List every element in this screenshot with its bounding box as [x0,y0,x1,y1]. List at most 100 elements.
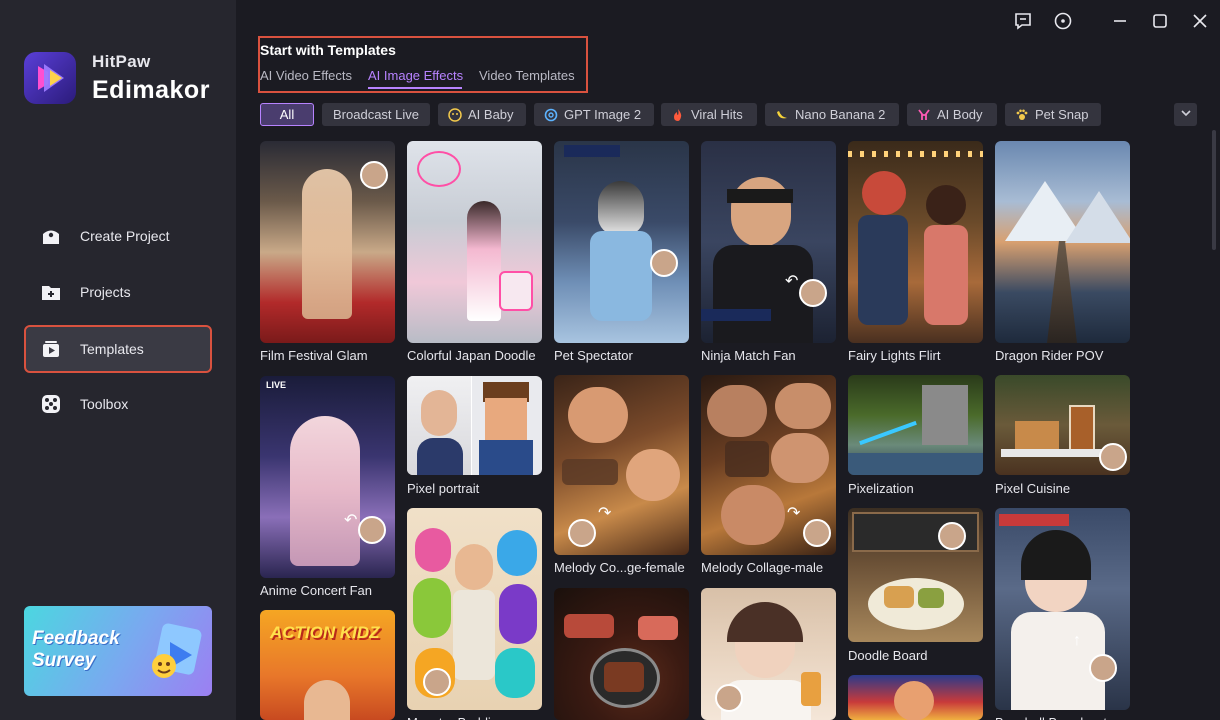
template-thumbnail [554,141,689,343]
template-title: Pixel Cuisine [995,481,1071,496]
sidebar-item-label: Templates [80,341,144,357]
template-card-film-festival-glam[interactable]: Film Festival Glam [260,141,395,366]
template-title: Pixelization [848,481,914,496]
template-title: Monster Buddies [407,715,505,720]
sidebar-item-toolbox[interactable]: Toolbox [26,382,210,426]
template-card-melody-collage-male[interactable]: ↷ Melody Collage-male [701,375,836,578]
paw-icon [1015,108,1029,122]
chip-label: All [279,107,295,122]
template-thumbnail: ↷ [554,375,689,555]
maximize-icon[interactable] [1147,8,1173,34]
chip-label: Viral Hits [691,107,743,122]
template-card-doodle-board[interactable]: Doodle Board [848,508,983,665]
tab-ai-image-effects[interactable]: AI Image Effects [368,68,463,83]
template-card-pet-spectator[interactable]: Pet Spectator [554,141,689,366]
sidebar-item-label: Create Project [80,228,170,244]
chip-nano-banana-2[interactable]: Nano Banana 2 [765,103,899,126]
chip-ai-baby[interactable]: AI Baby [438,103,526,126]
template-card-cafe-girl[interactable] [701,588,836,720]
chip-ai-body[interactable]: AI Body [907,103,997,126]
templates-icon [38,336,64,362]
template-card-ninja-match-fan[interactable]: ↶ Ninja Match Fan [701,141,836,366]
sidebar-item-templates[interactable]: Templates [24,325,212,373]
template-thumbnail: ↶ [701,141,836,343]
body-icon [917,108,931,122]
template-title: Pet Spectator [554,348,633,363]
sidebar-item-label: Projects [80,284,131,300]
feedback-illustration-icon [152,623,202,678]
feedback-line2: Survey [32,650,96,671]
template-thumbnail [848,675,983,720]
template-card-dragon-rider-pov[interactable]: Dragon Rider POV [995,141,1130,366]
template-card-korean-bbq[interactable] [554,588,689,720]
template-title: Dragon Rider POV [995,348,1104,363]
chip-label: AI Baby [468,107,514,122]
feedback-title: Feedback Survey [32,628,120,672]
template-card-baseball-broadcast[interactable]: ↑ Baseball Broadcast [995,508,1130,720]
template-title: Melody Collage-male [701,560,824,575]
create-project-icon [38,223,64,249]
chip-label: Broadcast Live [333,107,419,122]
baby-face-icon [448,107,462,122]
chip-gpt-image-2[interactable]: GPT Image 2 [534,103,654,126]
template-card-anime-concert-fan[interactable]: LIVE ↶ Anime Concert Fan [260,376,395,600]
action-kidz-text: ACTION KIDZ [270,623,380,642]
chip-all[interactable]: All [260,103,314,126]
projects-icon [38,279,64,305]
template-title: Pixel portrait [407,481,480,496]
template-title: Baseball Broadcast [995,715,1107,720]
template-card-pixel-portrait[interactable]: Pixel portrait [407,376,542,498]
tab-ai-video-effects[interactable]: AI Video Effects [260,68,352,83]
brand-name-small: HitPaw [92,52,151,71]
template-thumbnail [260,141,395,343]
template-title: Colorful Japan Doodle [407,348,536,363]
feedback-chat-icon[interactable] [1010,8,1036,34]
template-thumbnail [995,375,1130,475]
template-card-colorful-japan-doodle[interactable]: Colorful Japan Doodle [407,141,542,366]
template-title: Anime Concert Fan [260,583,372,598]
minimize-icon[interactable] [1107,8,1133,34]
template-thumbnail: ↑ [995,508,1130,710]
chip-broadcast-live[interactable]: Broadcast Live [322,103,430,126]
template-thumbnail [407,141,542,343]
chip-label: AI Body [937,107,983,122]
template-thumbnail [848,375,983,475]
settings-menu-icon[interactable] [1050,8,1076,34]
chip-label: Pet Snap [1035,107,1089,122]
live-tag: LIVE [266,380,287,390]
template-card-action-kidz[interactable]: ACTION KIDZ [260,610,395,720]
template-title: Film Festival Glam [260,348,368,363]
template-card-comic-hero[interactable] [848,675,983,720]
sidebar-item-projects[interactable]: Projects [26,270,210,314]
template-thumbnail [407,508,542,710]
close-icon[interactable] [1187,8,1213,34]
template-thumbnail: LIVE ↶ [260,376,395,578]
template-thumbnail: ↷ [701,375,836,555]
banana-icon [775,108,789,122]
chip-label: GPT Image 2 [564,107,642,122]
chip-pet-snap[interactable]: Pet Snap [1005,103,1101,126]
sidebar-item-create-project[interactable]: Create Project [26,214,210,258]
template-title: Ninja Match Fan [701,348,796,363]
expand-categories-button[interactable] [1174,103,1197,126]
template-title: Melody Co...ge-female [554,560,685,575]
template-card-pixelization[interactable]: Pixelization [848,375,983,498]
feedback-survey-banner[interactable]: Feedback Survey [24,606,212,696]
feedback-line1: Feedback [32,628,120,649]
template-thumbnail [995,141,1130,343]
content-scrollbar[interactable] [1212,130,1216,250]
template-card-monster-buddies[interactable]: Monster Buddies [407,508,542,720]
chip-viral-hits[interactable]: Viral Hits [661,103,757,126]
template-card-pixel-cuisine[interactable]: Pixel Cuisine [995,375,1130,498]
template-card-fairy-lights-flirt[interactable]: Fairy Lights Flirt [848,141,983,366]
app-logo [24,52,76,104]
template-thumbnail [848,141,983,343]
template-card-melody-collage-female[interactable]: ↷ Melody Co...ge-female [554,375,689,578]
tab-video-templates[interactable]: Video Templates [479,68,575,83]
sidebar: HitPaw Edimakor Create Project Projects … [0,0,236,720]
fire-icon [671,108,685,122]
brand-name-big: Edimakor [92,76,210,104]
template-thumbnail [407,376,542,475]
template-title: Fairy Lights Flirt [848,348,941,363]
chip-label: Nano Banana 2 [795,107,886,122]
